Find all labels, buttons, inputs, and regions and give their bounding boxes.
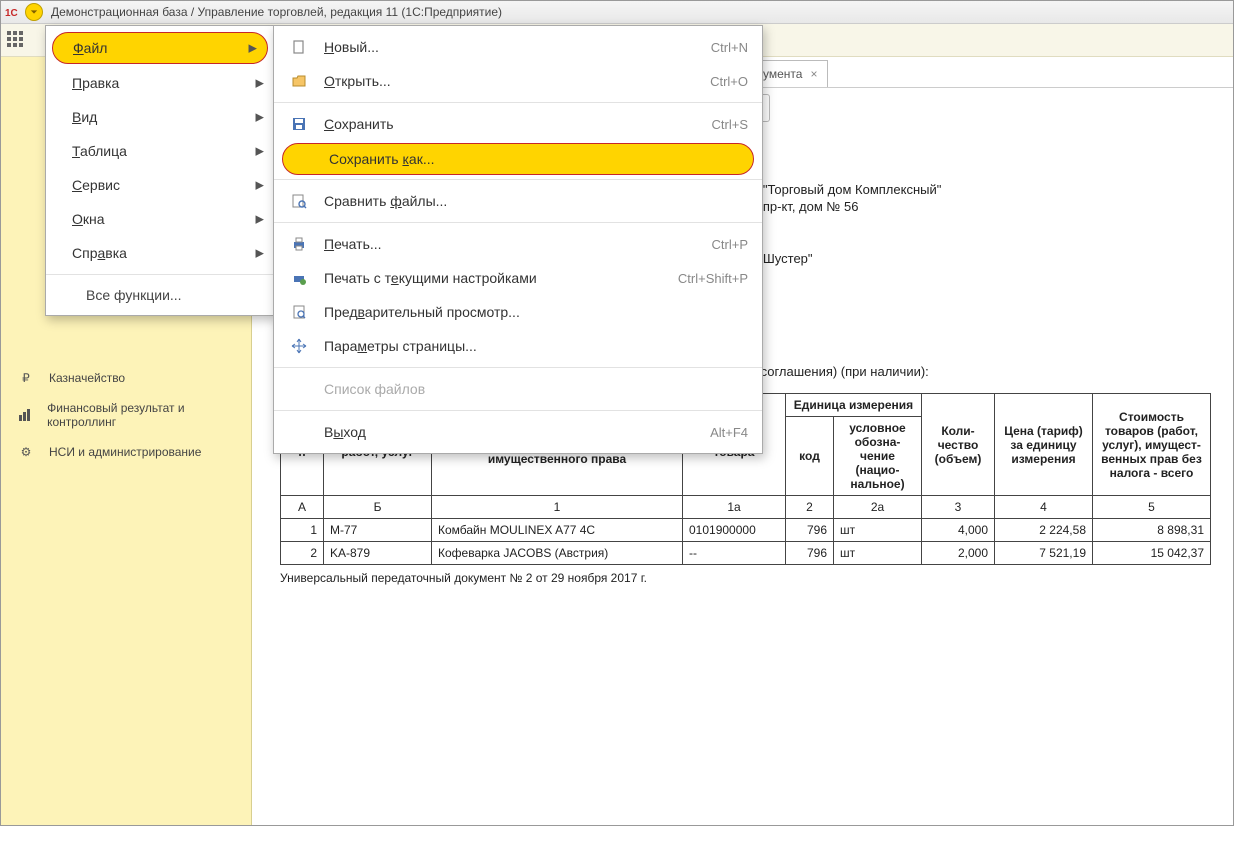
col-sum: Стоимость товаров (работ, услуг), имущес… [1093, 394, 1211, 496]
submenu-label: Сохранить как... [329, 151, 435, 167]
submenu-label: Параметры страницы... [324, 338, 477, 354]
sidebar-item-label: Казначейство [49, 371, 125, 385]
submenu-label: Печать с текущими настройками [324, 270, 537, 286]
chevron-right-icon: ▶ [256, 213, 264, 226]
shortcut-label: Ctrl+O [710, 74, 748, 89]
menu-view[interactable]: Вид▶ [46, 100, 274, 134]
main-menu-dropdown[interactable] [25, 3, 43, 21]
menu-table[interactable]: Таблица▶ [46, 134, 274, 168]
new-file-icon [288, 39, 310, 55]
col-unit: Единица измерения [786, 394, 922, 417]
submenu-item[interactable]: Сохранить Ctrl+S [274, 107, 762, 141]
shortcut-label: Ctrl+Shift+P [678, 271, 748, 286]
shortcut-label: Ctrl+P [712, 237, 748, 252]
app-logo-icon: 1C [5, 4, 21, 20]
gear-icon: ⚙ [17, 445, 35, 459]
print-settings-icon [288, 270, 310, 286]
menu-service[interactable]: Сервис▶ [46, 168, 274, 202]
chevron-right-icon: ▶ [256, 111, 264, 124]
submenu-label: Открыть... [324, 73, 391, 89]
table-row: 1 M-77 Комбайн MOULINEX A77 4C 010190000… [281, 519, 1211, 542]
chevron-right-icon: ▶ [256, 247, 264, 260]
submenu-item[interactable]: Сохранить как... [282, 143, 754, 175]
svg-text:1C: 1C [5, 8, 18, 19]
submenu-item[interactable]: Выход Alt+F4 [274, 415, 762, 449]
open-icon [288, 73, 310, 89]
buyer-frag: и Шустер" [752, 251, 1223, 266]
close-icon[interactable]: × [810, 67, 817, 81]
table-subhead: АБ11а22а345 [281, 496, 1211, 519]
file-submenu: Новый... Ctrl+N Открыть... Ctrl+O Сохранить C… [273, 25, 763, 454]
shortcut-label: Ctrl+S [712, 117, 748, 132]
shortcut-label: Alt+F4 [710, 425, 748, 440]
menu-windows[interactable]: Окна▶ [46, 202, 274, 236]
bars-icon [17, 408, 33, 422]
tab-label: умента [763, 67, 802, 81]
submenu-item: Список файлов [274, 372, 762, 406]
save-icon [288, 116, 310, 132]
submenu-item[interactable]: Печать... Ctrl+P [274, 227, 762, 261]
submenu-item[interactable]: Предварительный просмотр... [274, 295, 762, 329]
chevron-right-icon: ▶ [256, 179, 264, 192]
submenu-label: Печать... [324, 236, 382, 252]
chevron-right-icon: ▶ [249, 42, 257, 55]
col-price: Цена (тариф) за единицу измерения [995, 394, 1093, 496]
sidebar-item-nsi[interactable]: ⚙ НСИ и администрирование [1, 437, 251, 467]
submenu-label: Список файлов [324, 381, 425, 397]
submenu-item[interactable]: Печать с текущими настройками Ctrl+Shift+… [274, 261, 762, 295]
col-unit-desc: условное обозна-чение (нацио-нальное) [834, 417, 922, 496]
menu-file[interactable]: Файл ▶ [52, 32, 268, 64]
titlebar: 1C Демонстрационная база / Управление то… [1, 1, 1233, 24]
address-line: й пр-кт, дом № 56 [752, 199, 1223, 214]
window-title: Демонстрационная база / Управление торго… [51, 5, 502, 19]
compare-icon [288, 193, 310, 209]
preview-icon [288, 304, 310, 320]
menu-help[interactable]: Справка▶ [46, 236, 274, 270]
print-icon [288, 236, 310, 252]
submenu-label: Выход [324, 424, 366, 440]
main-menu: Файл ▶ Правка▶ Вид▶ Таблица▶ Сервис▶ Окн… [45, 25, 275, 316]
submenu-label: Сохранить [324, 116, 394, 132]
sidebar-item-label: НСИ и администрирование [49, 445, 201, 459]
chevron-right-icon: ▶ [256, 145, 264, 158]
submenu-item[interactable]: Сравнить файлы... [274, 184, 762, 218]
table-row: 2 KA-879 Кофеварка JACOBS (Австрия) -- 7… [281, 542, 1211, 565]
submenu-item[interactable]: Открыть... Ctrl+O [274, 64, 762, 98]
supplier-line: о "Торговый дом Комплексный" [752, 182, 1223, 197]
submenu-item[interactable]: Параметры страницы... [274, 329, 762, 363]
submenu-label: Предварительный просмотр... [324, 304, 520, 320]
doc-footer: Универсальный передаточный документ № 2 … [280, 571, 1223, 585]
shortcut-label: Ctrl+N [711, 40, 748, 55]
ruble-icon: ₽ [17, 371, 35, 385]
sidebar-item-treasury[interactable]: ₽ Казначейство [1, 363, 251, 393]
apps-grid-icon[interactable] [7, 31, 25, 49]
menu-edit[interactable]: Правка▶ [46, 66, 274, 100]
page-setup-icon [288, 338, 310, 354]
sidebar-item-finance[interactable]: Финансовый результат и контроллинг [1, 393, 251, 437]
col-qty: Коли-чество (объем) [922, 394, 995, 496]
inn-line: 1 [752, 216, 1223, 231]
submenu-label: Новый... [324, 39, 379, 55]
chevron-right-icon: ▶ [256, 77, 264, 90]
submenu-label: Сравнить файлы... [324, 193, 447, 209]
submenu-item[interactable]: Новый... Ctrl+N [274, 30, 762, 64]
col-unit-code: код [786, 417, 834, 496]
tab-document[interactable]: умента × [752, 60, 828, 87]
sidebar-item-label: Финансовый результат и контроллинг [47, 401, 235, 429]
menu-all-functions[interactable]: Все функции... [46, 279, 274, 311]
